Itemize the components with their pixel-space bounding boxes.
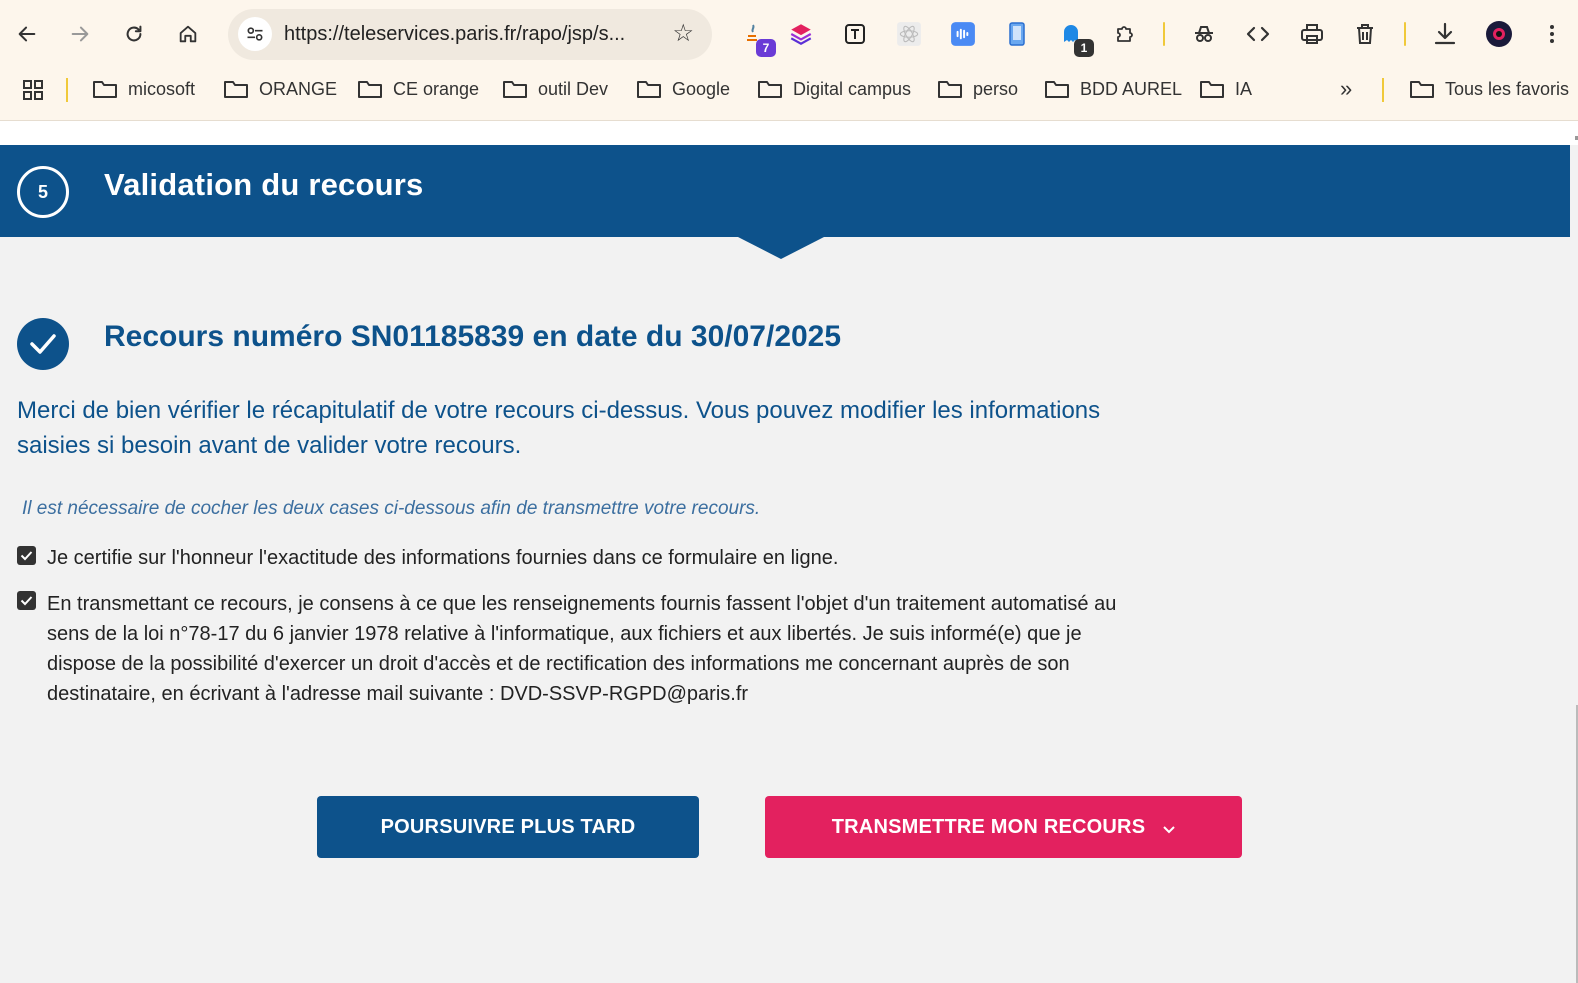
folder-icon xyxy=(358,81,382,98)
extension-text-icon[interactable] xyxy=(840,19,870,49)
extensions-puzzle-icon[interactable] xyxy=(1110,19,1140,49)
extension-badge: 1 xyxy=(1074,39,1094,57)
url-text[interactable]: https://teleservices.paris.fr/rapo/jsp/s… xyxy=(284,23,625,46)
check-icon xyxy=(20,596,33,606)
bookmark-label: outil Dev xyxy=(538,78,609,99)
site-settings-icon[interactable] xyxy=(238,17,272,51)
bookmark-label: IA xyxy=(1235,78,1253,99)
home-button[interactable] xyxy=(171,17,205,51)
forward-arrow-icon xyxy=(71,26,89,42)
download-icon[interactable] xyxy=(1430,19,1460,49)
submit-recours-label: TRANSMETTRE MON RECOURS xyxy=(831,815,1146,838)
folder-icon xyxy=(503,81,527,98)
consent-checkbox[interactable] xyxy=(17,591,36,610)
certify-checkbox-label[interactable]: Je certifie sur l'honneur l'exactitude d… xyxy=(47,544,838,572)
banner-pointer xyxy=(738,237,824,259)
consent-checkbox-label[interactable]: En transmettant ce recours, je consens à… xyxy=(47,589,1152,709)
bookmark-folder[interactable]: micosoft xyxy=(92,78,195,100)
bookmark-folder[interactable]: CE orange xyxy=(357,78,479,100)
consent-checkbox-row[interactable]: En transmettant ce recours, je consens à… xyxy=(17,589,1152,709)
browser-toolbar: https://teleservices.paris.fr/rapo/jsp/s… xyxy=(0,0,1578,70)
bookmark-label: BDD AUREL xyxy=(1080,78,1183,99)
toolbar-separator xyxy=(1163,22,1165,46)
bookmark-folder[interactable]: IA xyxy=(1199,78,1252,100)
folder-icon xyxy=(1410,81,1434,98)
bookmark-label: Digital campus xyxy=(793,78,912,99)
folder-icon xyxy=(224,81,248,98)
address-bar[interactable]: https://teleservices.paris.fr/rapo/jsp/s… xyxy=(228,9,712,60)
extension-java-icon[interactable]: 7 xyxy=(738,19,776,57)
bookmark-folder[interactable]: Digital campus xyxy=(757,78,911,100)
back-arrow-icon xyxy=(18,26,36,42)
intro-text: Merci de bien vérifier le récapitulatif … xyxy=(17,397,1101,459)
back-button[interactable] xyxy=(10,17,44,51)
extension-audio-icon[interactable] xyxy=(948,19,978,49)
recours-title: Recours numéro SN01185839 en date du 30/… xyxy=(104,320,842,353)
check-icon xyxy=(20,551,33,561)
certify-checkbox[interactable] xyxy=(17,546,36,565)
folder-icon xyxy=(758,81,782,98)
bookmark-label: CE orange xyxy=(393,78,480,99)
trash-icon[interactable] xyxy=(1350,19,1380,49)
bookmark-label: Google xyxy=(672,78,731,99)
folder-icon xyxy=(637,81,661,98)
bookmark-folder[interactable]: BDD AUREL xyxy=(1044,78,1182,100)
all-bookmarks-folder[interactable]: Tous les favoris xyxy=(1409,78,1569,100)
profile-avatar[interactable] xyxy=(1484,19,1514,49)
incognito-icon[interactable] xyxy=(1189,19,1219,49)
continue-later-label: POURSUIVRE PLUS TARD xyxy=(380,815,636,838)
submit-recours-button[interactable]: TRANSMETTRE MON RECOURS xyxy=(765,796,1242,858)
bookmark-separator xyxy=(1382,78,1384,102)
continue-later-button[interactable]: POURSUIVRE PLUS TARD xyxy=(317,796,699,858)
folder-icon xyxy=(1200,81,1224,98)
forward-button[interactable] xyxy=(63,17,97,51)
folder-icon xyxy=(938,81,962,98)
print-icon[interactable] xyxy=(1297,19,1327,49)
reload-button[interactable] xyxy=(117,17,151,51)
folder-icon xyxy=(1045,81,1069,98)
extension-layers-icon[interactable] xyxy=(786,19,816,49)
toolbar-separator xyxy=(1404,22,1406,46)
reload-icon xyxy=(126,25,142,42)
browser-menu-icon[interactable] xyxy=(1537,19,1567,49)
step-number-badge: 5 xyxy=(17,166,69,218)
more-bookmarks-button[interactable]: » xyxy=(1340,76,1352,102)
bookmark-label: ORANGE xyxy=(259,78,338,99)
apps-grid-icon[interactable] xyxy=(21,78,55,102)
bookmark-label: Tous les favoris xyxy=(1445,78,1570,99)
home-icon xyxy=(179,25,197,43)
bookmark-folder[interactable]: ORANGE xyxy=(223,78,337,100)
page-top-strip xyxy=(0,121,1578,145)
bookmark-star-icon[interactable]: ☆ xyxy=(672,19,694,48)
bookmark-label: perso xyxy=(973,78,1019,99)
browser-chrome: https://teleservices.paris.fr/rapo/jsp/s… xyxy=(0,0,1578,121)
bookmark-folder[interactable]: perso xyxy=(937,78,1018,100)
extension-badge: 7 xyxy=(756,39,776,57)
checkmark-icon xyxy=(17,318,69,370)
required-note: Il est nécessaire de cocher les deux cas… xyxy=(22,498,761,519)
bookmark-label: micosoft xyxy=(128,78,196,99)
folder-icon xyxy=(93,81,117,98)
step-banner: 5 Validation du recours xyxy=(0,145,1570,237)
certify-checkbox-row[interactable]: Je certifie sur l'honneur l'exactitude d… xyxy=(17,544,838,572)
bookmark-separator xyxy=(66,78,68,102)
bookmark-folder[interactable]: Google xyxy=(636,78,730,100)
bookmark-folder[interactable]: outil Dev xyxy=(502,78,608,100)
page-title: Validation du recours xyxy=(104,167,424,202)
extension-device-icon[interactable] xyxy=(1002,19,1032,49)
extension-react-icon[interactable] xyxy=(894,19,924,49)
code-icon[interactable] xyxy=(1243,19,1273,49)
extension-ghost-icon[interactable]: 1 xyxy=(1056,19,1094,57)
chevron-down-icon xyxy=(1163,821,1175,837)
